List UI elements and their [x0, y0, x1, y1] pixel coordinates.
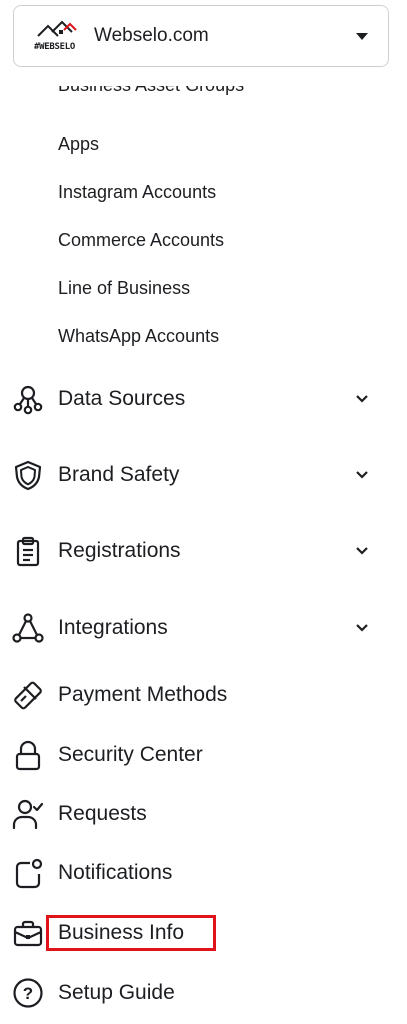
- nav-item-data-sources[interactable]: Data Sources: [0, 379, 407, 419]
- question-circle-icon: ?: [13, 978, 43, 1008]
- sub-item-label: WhatsApp Accounts: [58, 326, 220, 346]
- lock-icon: [15, 740, 41, 771]
- nav-item-notifications[interactable]: Notifications: [0, 853, 407, 893]
- caret-down-icon[interactable]: [356, 33, 368, 40]
- sub-item-business-asset-groups[interactable]: Business Asset Groups: [58, 86, 244, 104]
- nav-item-label: Data Sources: [58, 387, 186, 410]
- business-logo: #WEBSELO: [34, 20, 80, 54]
- briefcase-icon: [13, 920, 43, 947]
- account-switcher[interactable]: #WEBSELO Webselo.com: [13, 5, 389, 67]
- sub-item-label: Line of Business: [58, 278, 191, 298]
- sub-item-line-of-business[interactable]: Line of Business: [58, 278, 190, 299]
- person-check-icon: [12, 799, 44, 830]
- clipboard-icon: [16, 536, 40, 567]
- nav-item-requests[interactable]: Requests: [0, 794, 407, 834]
- sub-item-label: Instagram Accounts: [58, 182, 217, 202]
- nav-item-label: Setup Guide: [58, 981, 175, 1004]
- nav-item-label: Registrations: [58, 539, 181, 562]
- nav-item-security-center[interactable]: Security Center: [0, 735, 407, 775]
- nav-item-label: Payment Methods: [58, 683, 228, 706]
- highlight-box: [46, 915, 216, 951]
- notification-icon: [15, 858, 43, 889]
- sub-item-label: Business Asset Groups: [58, 86, 244, 96]
- nav-item-label: Integrations: [58, 616, 168, 639]
- nav-item-registrations[interactable]: Registrations: [0, 531, 407, 571]
- nav-item-label: Notifications: [58, 861, 173, 884]
- sub-item-apps[interactable]: Apps: [58, 134, 99, 155]
- nav-item-payment-methods[interactable]: Payment Methods: [0, 675, 407, 715]
- chevron-down-icon[interactable]: [354, 543, 370, 559]
- logo-text: #WEBSELO: [34, 42, 75, 52]
- nav-item-integrations[interactable]: Integrations: [0, 608, 407, 648]
- nav-item-label: Requests: [58, 802, 147, 825]
- sub-item-commerce-accounts[interactable]: Commerce Accounts: [58, 230, 224, 251]
- chevron-down-icon[interactable]: [354, 391, 370, 407]
- chevron-down-icon[interactable]: [354, 467, 370, 483]
- sub-item-instagram-accounts[interactable]: Instagram Accounts: [58, 182, 216, 203]
- house-logo-icon: [37, 20, 77, 37]
- sub-item-label: Commerce Accounts: [58, 230, 225, 250]
- chevron-down-icon[interactable]: [354, 620, 370, 636]
- sub-item-label: Apps: [58, 134, 100, 154]
- nav-item-label: Brand Safety: [58, 463, 180, 486]
- credit-card-icon: [14, 681, 42, 710]
- nav-item-label: Security Center: [58, 743, 203, 766]
- sub-item-whatsapp-accounts[interactable]: WhatsApp Accounts: [58, 326, 219, 347]
- data-sources-icon: [13, 385, 43, 415]
- svg-text:?: ?: [23, 984, 33, 1003]
- nav-item-brand-safety[interactable]: Brand Safety: [0, 455, 407, 495]
- nav-item-setup-guide[interactable]: ? Setup Guide: [0, 973, 407, 1013]
- integrations-icon: [12, 613, 44, 643]
- account-name: Webselo.com: [94, 25, 209, 46]
- shield-icon: [14, 460, 42, 491]
